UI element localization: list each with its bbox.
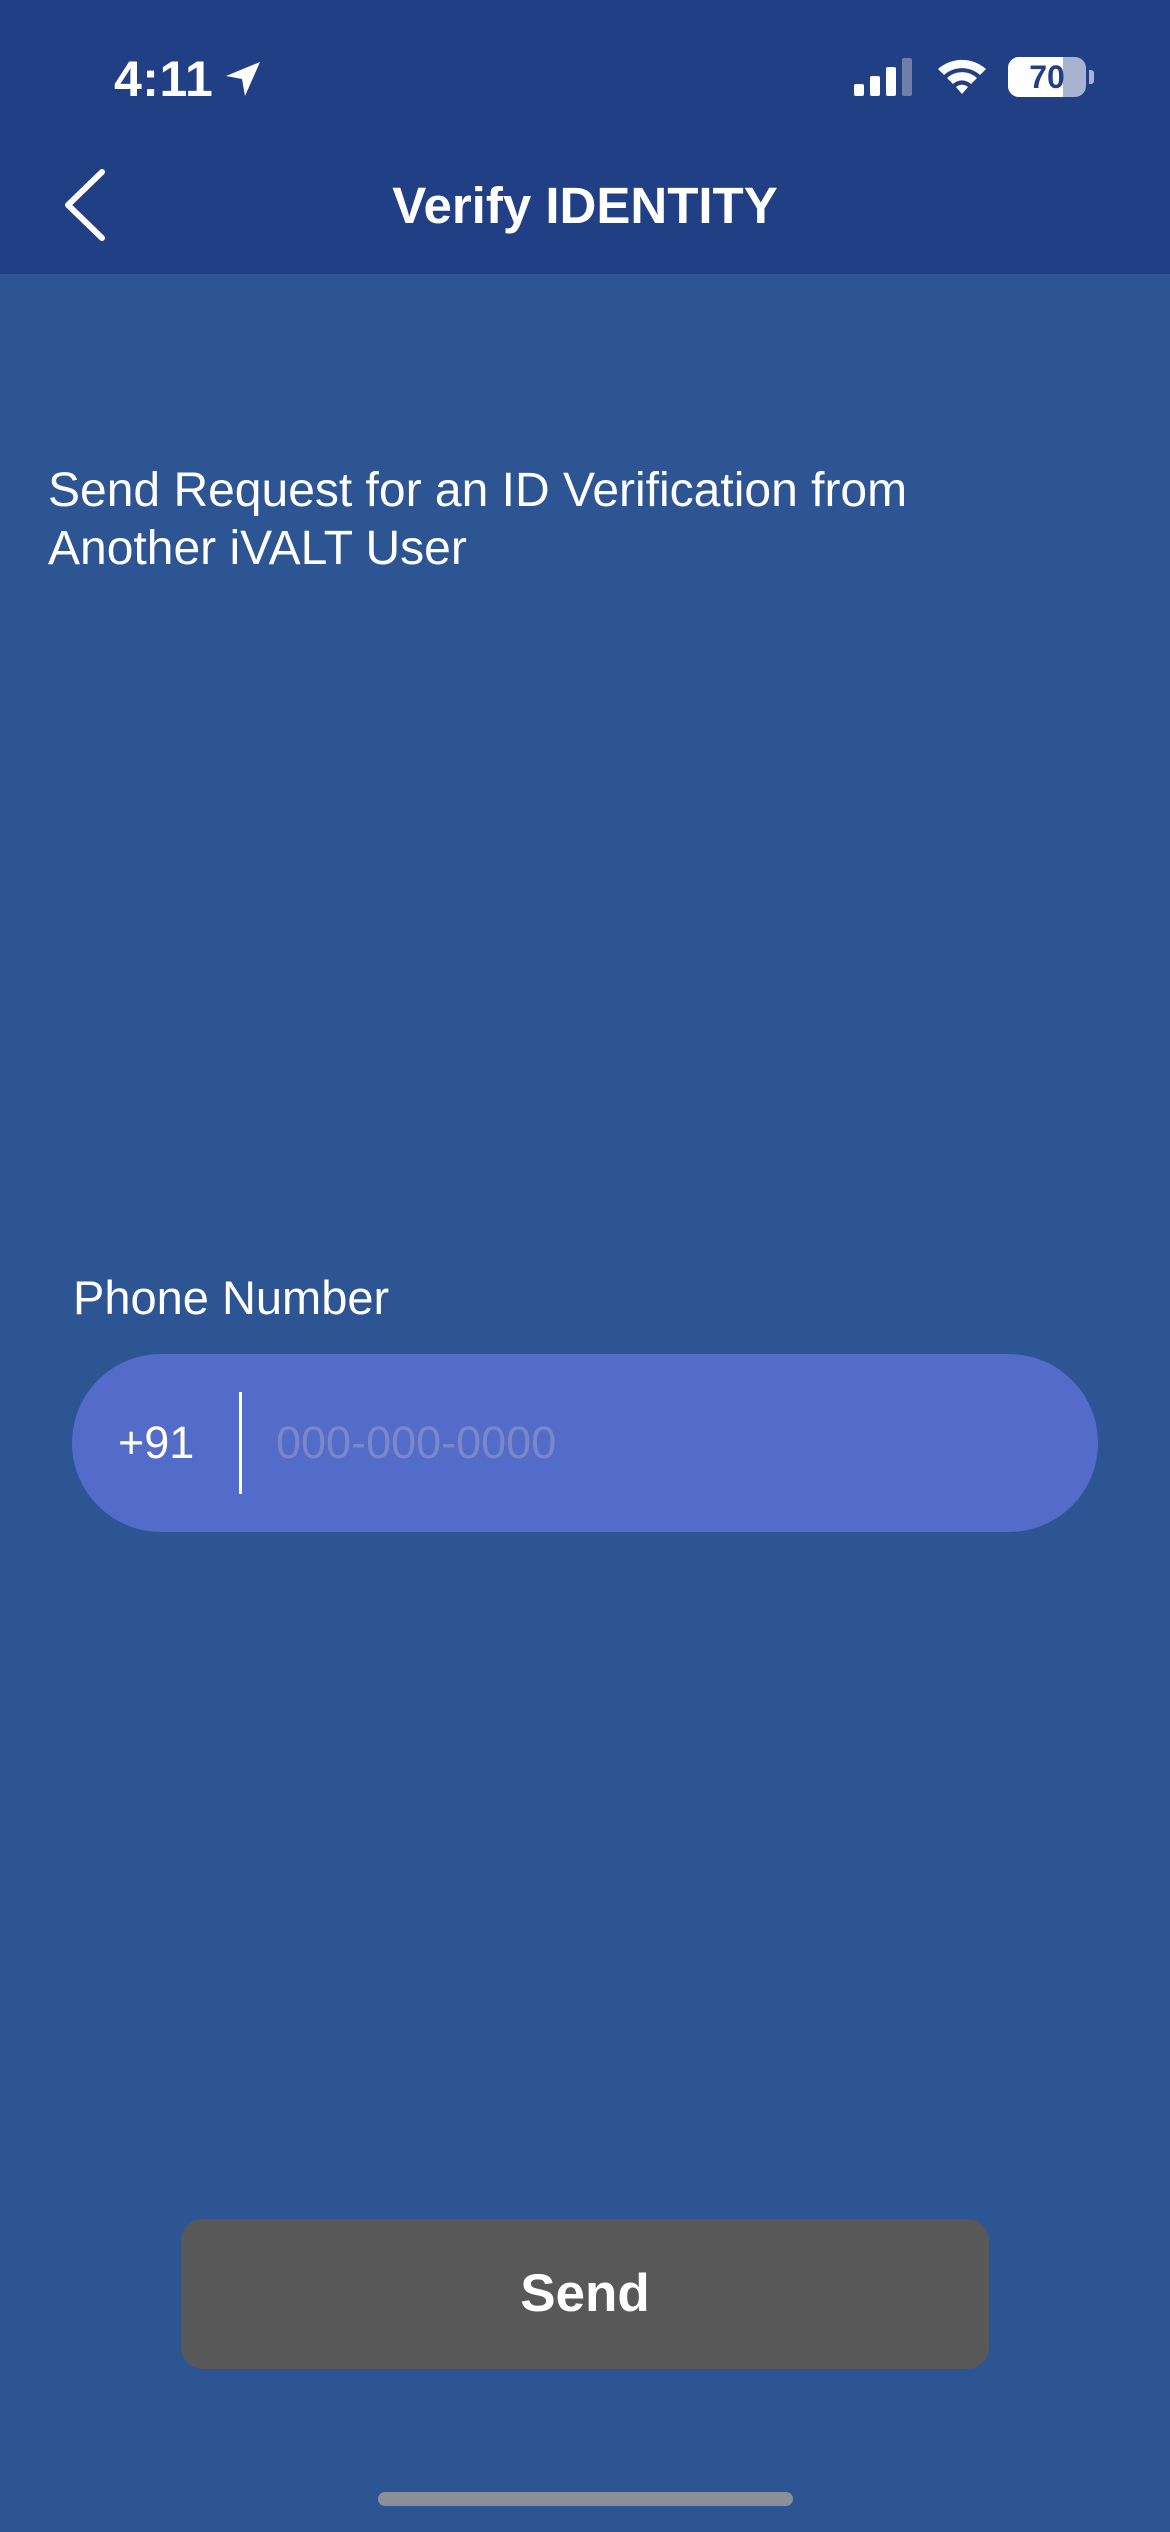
phone-number-input[interactable] — [264, 1398, 1066, 1488]
intro-line: Send Request for an ID Verification from — [48, 464, 908, 517]
status-time: 4:11 — [114, 51, 214, 107]
send-button[interactable]: Send — [181, 2219, 989, 2369]
signal-bar — [886, 67, 896, 96]
home-indicator — [378, 2492, 793, 2506]
intro-line: Another iVALT User — [48, 522, 467, 575]
battery-body: 70 — [1008, 57, 1086, 97]
verify-identity-screen: 4:11 70 Verify IDENTITY Send Request for… — [0, 0, 1170, 2532]
battery-icon: 70 — [1008, 57, 1094, 97]
location-arrow-icon — [226, 62, 260, 96]
wifi-icon — [938, 59, 986, 94]
phone-number-field: +91 — [72, 1354, 1098, 1532]
phone-number-label: Phone Number — [73, 1271, 390, 1324]
battery-tip — [1089, 70, 1094, 84]
signal-bar — [870, 76, 880, 96]
signal-bar — [854, 84, 864, 96]
country-code-selector[interactable]: +91 — [118, 1354, 194, 1532]
battery-percent: 70 — [1029, 59, 1065, 95]
signal-bar — [902, 58, 912, 96]
header: 4:11 70 Verify IDENTITY — [0, 0, 1170, 274]
field-divider — [239, 1392, 242, 1494]
page-title: Verify IDENTITY — [392, 177, 778, 234]
cellular-signal-icon — [854, 58, 912, 96]
intro-text: Send Request for an ID Verification from… — [48, 462, 1108, 578]
